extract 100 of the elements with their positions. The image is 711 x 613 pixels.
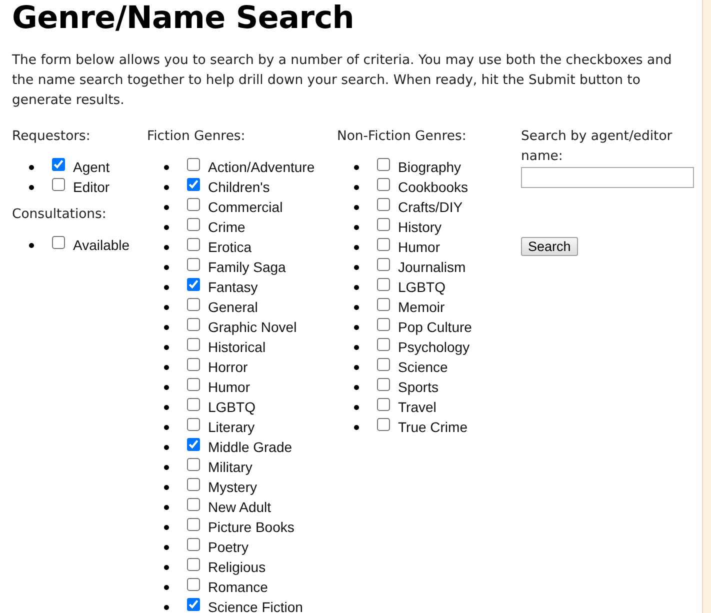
checkbox[interactable] (187, 578, 200, 590)
checkbox[interactable] (377, 158, 390, 170)
checkbox[interactable] (52, 178, 65, 190)
checkbox[interactable] (377, 378, 390, 390)
checkbox[interactable] (377, 418, 390, 430)
checkbox[interactable] (187, 338, 200, 350)
checkbox-label[interactable]: Family Saga (208, 259, 286, 275)
checkbox[interactable] (377, 358, 390, 370)
checkbox[interactable] (187, 518, 200, 530)
checkbox[interactable] (377, 298, 390, 310)
checkbox-label[interactable]: Editor (73, 179, 110, 195)
bullet-icon (354, 404, 359, 410)
bullet-icon (29, 164, 34, 170)
checkbox-label[interactable]: Erotica (208, 239, 252, 255)
bullet-icon (164, 404, 169, 410)
checkbox-label[interactable]: Commercial (208, 199, 283, 215)
checkbox-label[interactable]: Mystery (208, 479, 257, 495)
checkbox-label[interactable]: Picture Books (208, 519, 294, 535)
checkbox[interactable] (187, 298, 200, 310)
checkbox[interactable] (187, 458, 200, 470)
checkbox-label[interactable]: Available (73, 237, 130, 253)
bullet-icon (164, 324, 169, 330)
checkbox-label[interactable]: Pop Culture (398, 319, 472, 335)
checkbox[interactable] (377, 218, 390, 230)
bullet-icon (354, 364, 359, 370)
checkbox[interactable] (377, 258, 390, 270)
intro-paragraph: The form below allows you to search by a number of criteria. You may use both the checkboxes and the name search together to help drill down your search. When ready, hit the Submit button to generate results. (12, 52, 673, 110)
checkbox-label[interactable]: Humor (208, 379, 250, 395)
checkbox-label[interactable]: Cookbooks (398, 179, 468, 195)
checkbox-label[interactable]: Middle Grade (208, 439, 292, 455)
checkbox-label[interactable]: Crafts/DIY (398, 199, 463, 215)
checkbox-label[interactable]: New Adult (208, 499, 272, 515)
checkbox[interactable] (377, 398, 390, 410)
checkbox-label[interactable]: Literary (208, 419, 255, 435)
checkbox[interactable] (187, 438, 200, 450)
checkbox-label[interactable]: True Crime (398, 419, 468, 435)
checkbox[interactable] (377, 278, 390, 290)
bullet-icon (164, 604, 169, 610)
search-label: Search by agent/editor name: (521, 128, 674, 166)
checkbox-label[interactable]: Military (208, 459, 252, 475)
bullet-icon (354, 344, 359, 350)
checkbox[interactable] (187, 218, 200, 230)
checkbox-label[interactable]: LGBTQ (208, 399, 256, 415)
checkbox[interactable] (187, 478, 200, 490)
checkbox-label[interactable]: Science (398, 359, 448, 375)
checkbox[interactable] (187, 278, 200, 290)
checkbox[interactable] (377, 198, 390, 210)
checkbox-label[interactable]: Psychology (398, 339, 470, 355)
checkbox-label[interactable]: Religious (208, 559, 266, 575)
checkbox[interactable] (187, 318, 200, 330)
checkbox[interactable] (187, 258, 200, 270)
checkbox-label[interactable]: Travel (398, 399, 436, 415)
checkbox[interactable] (187, 418, 200, 430)
checkbox[interactable] (187, 378, 200, 390)
checkbox[interactable] (187, 358, 200, 370)
checkbox-label[interactable]: Journalism (398, 259, 466, 275)
checkbox-label[interactable]: Historical (208, 339, 266, 355)
checkbox-label[interactable]: Graphic Novel (208, 319, 297, 335)
checkbox-label[interactable]: Biography (398, 159, 462, 175)
checkbox[interactable] (187, 198, 200, 210)
checkbox[interactable] (187, 498, 200, 510)
checkbox-label[interactable]: LGBTQ (398, 279, 446, 295)
checkbox[interactable] (187, 598, 200, 610)
bullet-icon (164, 564, 169, 570)
checkbox-label[interactable]: Humor (398, 239, 440, 255)
checkbox-label[interactable]: Poetry (208, 539, 248, 555)
group-heading: Requestors: (12, 128, 92, 146)
checkbox-label[interactable]: Romance (208, 579, 268, 595)
checkbox[interactable] (52, 236, 65, 248)
checkbox[interactable] (377, 238, 390, 250)
checkbox-label[interactable]: Science Fiction (208, 599, 303, 613)
checkbox-label[interactable]: Action/Adventure (208, 159, 315, 175)
checkbox-label[interactable]: History (398, 219, 442, 235)
checkbox-label[interactable]: Fantasy (208, 279, 258, 295)
checkbox-label[interactable]: General (208, 299, 258, 315)
checkbox[interactable] (187, 238, 200, 250)
name-input-field[interactable] (521, 167, 694, 188)
checkbox-label[interactable]: Horror (208, 359, 248, 375)
checkbox[interactable] (377, 318, 390, 330)
checkbox[interactable] (187, 398, 200, 410)
search-button[interactable]: Search (521, 237, 578, 256)
checkbox[interactable] (187, 538, 200, 550)
bullet-icon (164, 284, 169, 290)
checkbox-label[interactable]: Agent (73, 159, 110, 175)
bullet-icon (164, 304, 169, 310)
checkbox-label[interactable]: Children's (208, 179, 270, 195)
bullet-icon (164, 484, 169, 490)
bullet-icon (354, 304, 359, 310)
checkbox[interactable] (377, 178, 390, 190)
bullet-icon (164, 444, 169, 450)
checkbox-label[interactable]: Memoir (398, 299, 445, 315)
bullet-icon (29, 184, 34, 190)
checkbox[interactable] (187, 158, 200, 170)
checkbox[interactable] (187, 178, 200, 190)
checkbox-label[interactable]: Sports (398, 379, 438, 395)
checkbox-label[interactable]: Crime (208, 219, 246, 235)
checkbox[interactable] (52, 158, 65, 170)
checkbox[interactable] (187, 558, 200, 570)
checkbox[interactable] (377, 338, 390, 350)
bullet-icon (164, 364, 169, 370)
